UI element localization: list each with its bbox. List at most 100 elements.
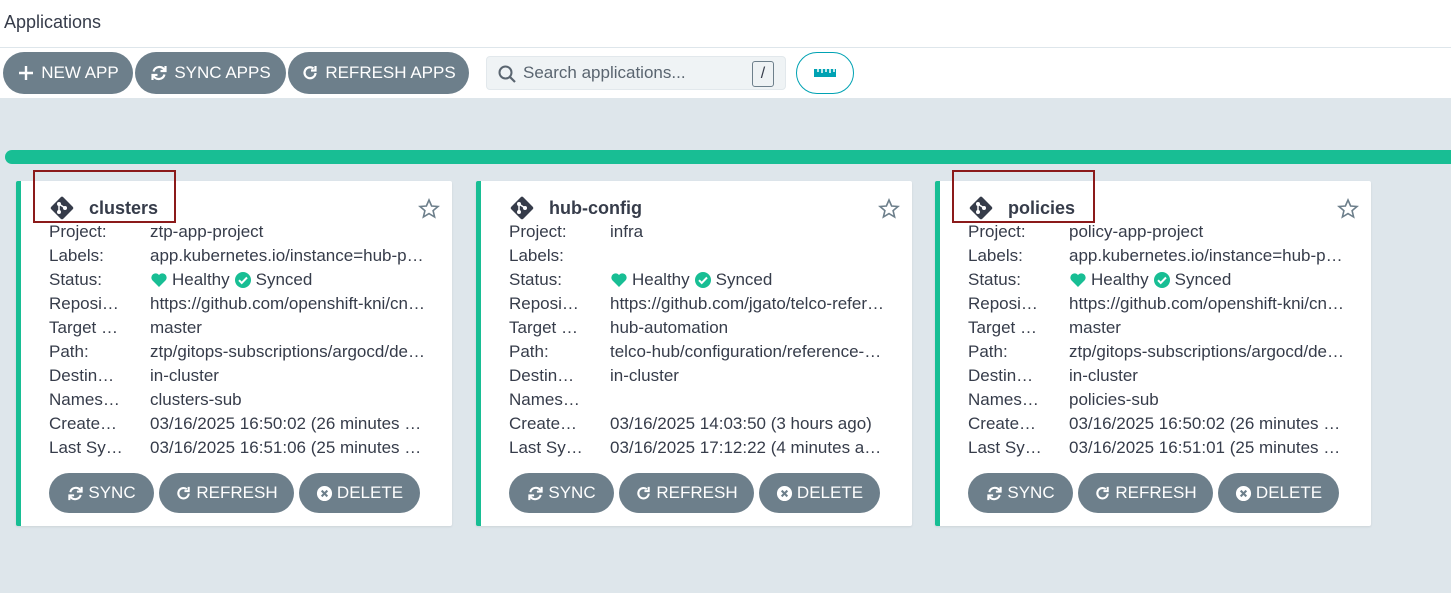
target-label: Target … bbox=[49, 318, 118, 337]
path-label: Path: bbox=[968, 342, 1008, 361]
refresh-label: REFRESH bbox=[196, 483, 278, 502]
created-value: 03/16/2025 16:50:02 (26 minutes ago) bbox=[1069, 414, 1345, 433]
delete-button[interactable]: DELETE bbox=[1218, 473, 1339, 513]
health-status-bar bbox=[5, 150, 1451, 164]
destination-row: Destin… in-cluster bbox=[49, 364, 429, 388]
app-name[interactable]: clusters bbox=[89, 198, 158, 219]
project-row: Project: ztp-app-project bbox=[49, 220, 429, 244]
path-row: Path: ztp/gitops-subscriptions/argocd/dep… bbox=[49, 340, 429, 364]
sync-icon bbox=[987, 486, 1003, 500]
refresh-button[interactable]: REFRESH bbox=[1078, 473, 1213, 513]
destination-label: Destin… bbox=[968, 366, 1034, 385]
toolbar: NEW APP SYNC APPS REFRESH APPS / bbox=[0, 48, 1451, 99]
repository-value[interactable]: https://github.com/openshift-kni/cnf-fea… bbox=[150, 292, 426, 316]
new-app-button[interactable]: NEW APP bbox=[3, 52, 133, 94]
delete-label: DELETE bbox=[1255, 483, 1323, 502]
app-name[interactable]: hub-config bbox=[549, 198, 642, 219]
target-row: Target … master bbox=[49, 316, 429, 340]
destination-value: in-cluster bbox=[1069, 366, 1138, 385]
namespace-value: clusters-sub bbox=[150, 390, 242, 409]
new-app-label: NEW APP bbox=[41, 63, 119, 82]
refresh-icon bbox=[1096, 486, 1110, 499]
sync-button[interactable]: SYNC bbox=[509, 473, 614, 513]
namespace-row: Names… bbox=[509, 388, 889, 412]
labels-value: app.kubernetes.io/instance=hub-policy bbox=[150, 246, 426, 265]
sync-label: SYNC bbox=[548, 483, 596, 502]
status-row: Status: Healthy Synced bbox=[968, 268, 1348, 292]
repository-row: Reposi… https://github.com/openshift-kni/… bbox=[49, 292, 429, 316]
sync-button[interactable]: SYNC bbox=[49, 473, 154, 513]
delete-label: DELETE bbox=[336, 483, 404, 502]
heart-icon bbox=[611, 273, 627, 287]
refresh-button[interactable]: REFRESH bbox=[159, 473, 294, 513]
project-value: ztp-app-project bbox=[150, 222, 264, 241]
heart-icon bbox=[151, 273, 167, 287]
repository-value[interactable]: https://github.com/openshift-kni/cnf-fea… bbox=[1069, 292, 1345, 316]
health-status: Healthy bbox=[1091, 270, 1149, 289]
ruler-icon bbox=[814, 69, 836, 77]
path-row: Path: ztp/gitops-subscriptions/argocd/dep… bbox=[968, 340, 1348, 364]
last-sync-row: Last Sy… 03/16/2025 16:51:01 (25 minutes … bbox=[968, 436, 1348, 460]
star-icon[interactable] bbox=[1337, 198, 1359, 220]
created-row: Create… 03/16/2025 14:03:50 (3 hours ago) bbox=[509, 412, 889, 436]
star-icon[interactable] bbox=[418, 198, 440, 220]
app-card-policies[interactable]: policies Project: policy-app-project Labe… bbox=[935, 170, 1371, 526]
repository-value[interactable]: https://github.com/jgato/telco-reference bbox=[610, 292, 886, 316]
sync-apps-button[interactable]: SYNC APPS bbox=[135, 52, 286, 94]
delete-button[interactable]: DELETE bbox=[299, 473, 420, 513]
repository-row: Reposi… https://github.com/openshift-kni/… bbox=[968, 292, 1348, 316]
sync-button[interactable]: SYNC bbox=[968, 473, 1073, 513]
star-icon[interactable] bbox=[878, 198, 900, 220]
refresh-icon bbox=[303, 66, 317, 80]
last-sync-value: 03/16/2025 16:51:06 (25 minutes ago) bbox=[150, 438, 426, 457]
refresh-icon bbox=[177, 486, 191, 499]
namespace-label: Names… bbox=[968, 390, 1039, 409]
labels-value bbox=[610, 244, 886, 268]
labels-value: app.kubernetes.io/instance=hub-policy bbox=[1069, 246, 1345, 265]
target-label: Target … bbox=[509, 318, 578, 337]
created-label: Create… bbox=[49, 414, 118, 433]
app-card-header: clusters bbox=[49, 195, 158, 221]
path-row: Path: telco-hub/configuration/reference-c… bbox=[509, 340, 889, 364]
labels-row: Labels: bbox=[509, 244, 889, 268]
destination-label: Destin… bbox=[49, 366, 115, 385]
health-status: Healthy bbox=[172, 270, 230, 289]
delete-button[interactable]: DELETE bbox=[759, 473, 880, 513]
plus-icon bbox=[19, 66, 34, 80]
created-label: Create… bbox=[968, 414, 1037, 433]
created-row: Create… 03/16/2025 16:50:02 (26 minutes a… bbox=[49, 412, 429, 436]
check-circle-icon bbox=[694, 272, 711, 288]
destination-value: in-cluster bbox=[610, 366, 679, 385]
project-row: Project: infra bbox=[509, 220, 889, 244]
sync-icon bbox=[528, 486, 544, 500]
path-label: Path: bbox=[49, 342, 89, 361]
status-row: Status: Healthy Synced bbox=[509, 268, 889, 292]
page-title: Applications bbox=[4, 12, 102, 32]
project-value: infra bbox=[610, 222, 644, 241]
refresh-apps-button[interactable]: REFRESH APPS bbox=[288, 52, 469, 94]
app-card-clusters[interactable]: clusters Project: ztp-app-project Labels:… bbox=[16, 170, 452, 526]
git-icon bbox=[50, 196, 74, 220]
namespace-row: Names… clusters-sub bbox=[49, 388, 429, 412]
status-label: Status: bbox=[968, 270, 1021, 289]
project-row: Project: policy-app-project bbox=[968, 220, 1348, 244]
app-card-hub-config[interactable]: hub-config Project: infra Labels: Status:… bbox=[476, 181, 912, 526]
refresh-icon bbox=[637, 486, 651, 499]
status-label: Status: bbox=[509, 270, 562, 289]
path-value: ztp/gitops-subscriptions/argocd/deployme… bbox=[150, 342, 426, 361]
status-row: Status: Healthy Synced bbox=[49, 268, 429, 292]
repository-label: Reposi… bbox=[49, 294, 119, 313]
destination-row: Destin… in-cluster bbox=[968, 364, 1348, 388]
last-sync-row: Last Sy… 03/16/2025 17:12:22 (4 minutes a… bbox=[509, 436, 889, 460]
view-toggle-button[interactable] bbox=[796, 52, 854, 94]
labels-row: Labels: app.kubernetes.io/instance=hub-po… bbox=[968, 244, 1348, 268]
namespace-row: Names… policies-sub bbox=[968, 388, 1348, 412]
search-box: / bbox=[486, 56, 786, 90]
refresh-button[interactable]: REFRESH bbox=[619, 473, 754, 513]
app-name[interactable]: policies bbox=[1008, 198, 1075, 219]
sync-status: Synced bbox=[715, 270, 773, 289]
search-input[interactable] bbox=[523, 59, 743, 87]
search-shortcut-key: / bbox=[752, 61, 774, 87]
last-sync-value: 03/16/2025 17:12:22 (4 minutes ago) bbox=[610, 438, 886, 457]
app-card-header: policies bbox=[968, 195, 1075, 221]
